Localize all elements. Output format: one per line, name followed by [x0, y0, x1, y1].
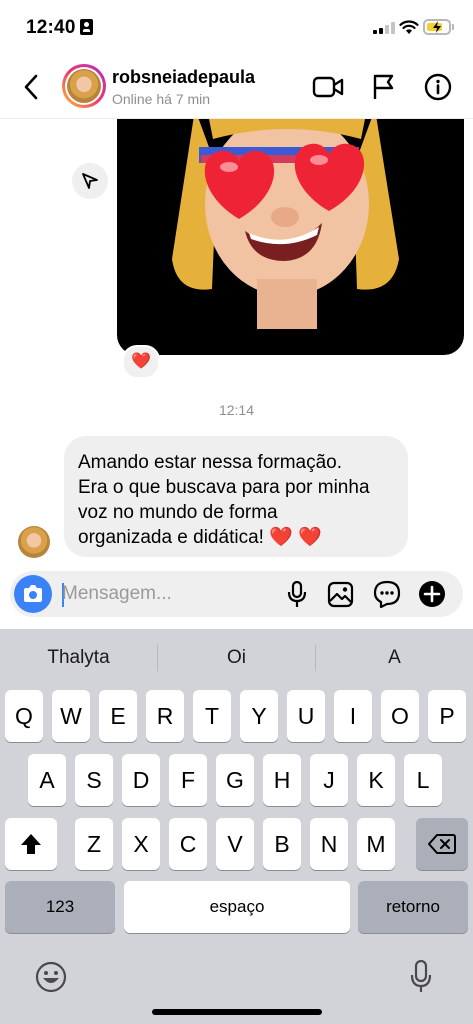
- key-m[interactable]: M: [357, 818, 395, 870]
- video-call-icon[interactable]: [312, 75, 344, 99]
- key-n[interactable]: N: [310, 818, 348, 870]
- contact-name[interactable]: robsneiadepaula: [112, 67, 255, 88]
- key-a[interactable]: A: [28, 754, 66, 806]
- key-x[interactable]: X: [122, 818, 160, 870]
- space-key[interactable]: espaço: [124, 881, 350, 933]
- backspace-icon: [428, 834, 456, 854]
- sticker-icon[interactable]: [373, 580, 401, 608]
- memoji-heart-eyes-image[interactable]: [117, 119, 464, 355]
- key-o[interactable]: O: [381, 690, 419, 742]
- key-q[interactable]: Q: [5, 690, 43, 742]
- emoji-icon[interactable]: [35, 961, 67, 993]
- contact-status: Online há 7 min: [112, 91, 211, 107]
- status-bar: 12:40: [0, 0, 473, 56]
- suggestion-1[interactable]: Thalyta: [0, 629, 157, 685]
- key-k[interactable]: K: [357, 754, 395, 806]
- id-card-icon: [80, 19, 93, 35]
- key-w[interactable]: W: [52, 690, 90, 742]
- key-d[interactable]: D: [122, 754, 160, 806]
- status-time: 12:40: [26, 17, 76, 38]
- flag-icon[interactable]: [372, 73, 396, 101]
- key-j[interactable]: J: [310, 754, 348, 806]
- received-message-bubble[interactable]: Amando estar nessa formação. Era o que b…: [64, 436, 408, 557]
- signal-icon: [373, 22, 395, 34]
- key-f[interactable]: F: [169, 754, 207, 806]
- key-v[interactable]: V: [216, 818, 254, 870]
- add-icon[interactable]: [418, 580, 446, 608]
- shift-key[interactable]: [5, 818, 57, 870]
- camera-button[interactable]: [14, 575, 52, 613]
- message-timestamp: 12:14: [218, 402, 255, 418]
- gallery-icon[interactable]: [327, 581, 354, 608]
- key-l[interactable]: L: [404, 754, 442, 806]
- message-list[interactable]: ❤️ 12:14 Amando estar nessa formação. Er…: [0, 119, 473, 571]
- dictation-icon[interactable]: [410, 960, 432, 994]
- share-button[interactable]: [72, 163, 108, 199]
- key-u[interactable]: U: [287, 690, 325, 742]
- keyboard: Thalyta Oi A Q W E R T Y U I O P A S D F…: [0, 629, 473, 1024]
- key-t[interactable]: T: [193, 690, 231, 742]
- chevron-left-icon[interactable]: [22, 74, 40, 100]
- key-i[interactable]: I: [334, 690, 372, 742]
- key-p[interactable]: P: [428, 690, 466, 742]
- sender-avatar[interactable]: [18, 526, 50, 558]
- message-input[interactable]: [62, 577, 262, 611]
- key-z[interactable]: Z: [75, 818, 113, 870]
- suggestion-2[interactable]: Oi: [158, 629, 315, 685]
- avatar-photo: [67, 69, 101, 103]
- info-icon[interactable]: [424, 73, 452, 101]
- key-c[interactable]: C: [169, 818, 207, 870]
- key-r[interactable]: R: [146, 690, 184, 742]
- contact-avatar[interactable]: [62, 64, 106, 108]
- shift-icon: [21, 834, 41, 854]
- home-indicator: [152, 1009, 322, 1015]
- key-e[interactable]: E: [99, 690, 137, 742]
- battery-icon: [423, 19, 451, 35]
- message-text: Amando estar nessa formação. Era o que b…: [78, 452, 370, 548]
- key-b[interactable]: B: [263, 818, 301, 870]
- send-icon: [82, 173, 98, 189]
- key-h[interactable]: H: [263, 754, 301, 806]
- suggestion-3[interactable]: A: [316, 629, 473, 685]
- backspace-key[interactable]: [416, 818, 468, 870]
- heart-reaction[interactable]: ❤️: [122, 345, 160, 379]
- message-composer: [10, 571, 463, 617]
- camera-icon: [24, 585, 42, 602]
- microphone-icon[interactable]: [287, 581, 307, 608]
- key-y[interactable]: Y: [240, 690, 278, 742]
- numbers-key[interactable]: 123: [5, 881, 115, 933]
- return-key[interactable]: retorno: [358, 881, 468, 933]
- wifi-icon: [399, 20, 419, 34]
- key-s[interactable]: S: [75, 754, 113, 806]
- key-g[interactable]: G: [216, 754, 254, 806]
- chat-header: robsneiadepaula Online há 7 min: [0, 56, 473, 119]
